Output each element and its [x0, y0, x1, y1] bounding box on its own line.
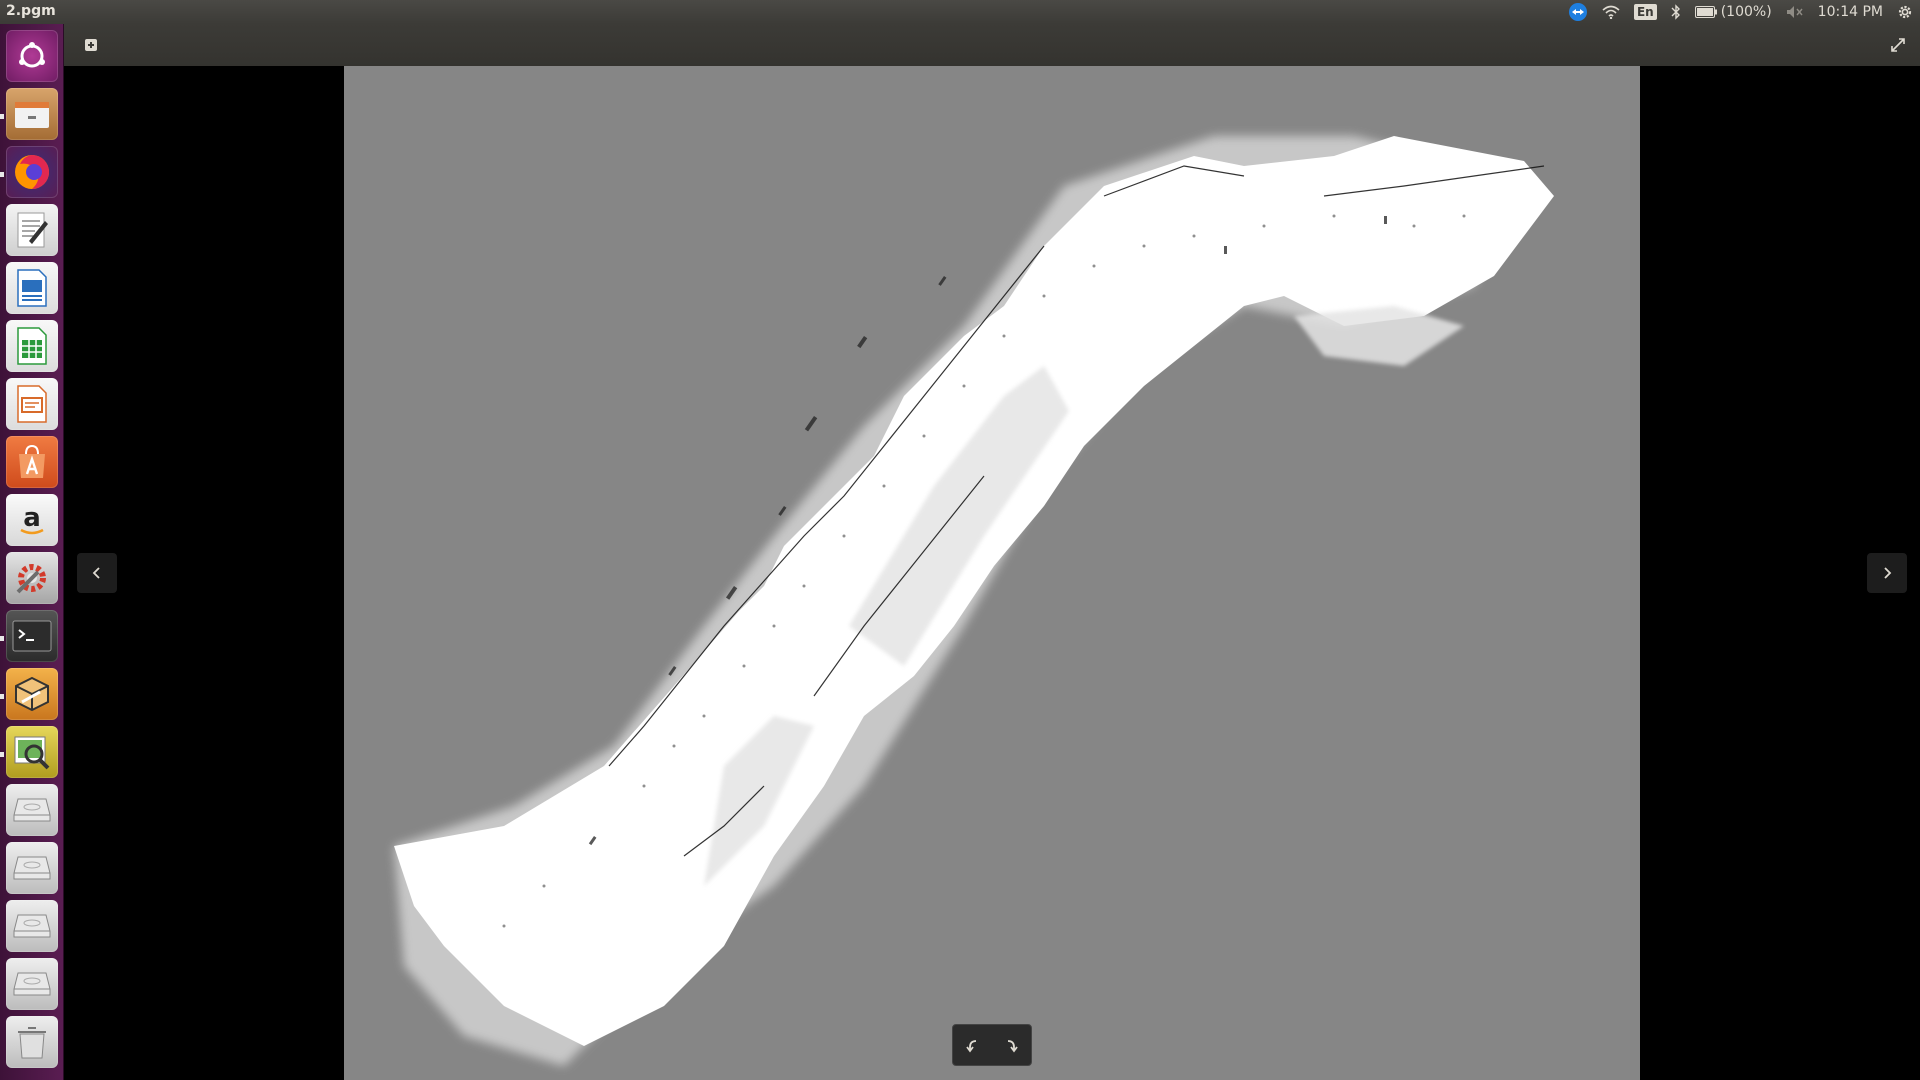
running-indicator — [0, 694, 4, 699]
running-indicator — [0, 114, 4, 119]
terminal-icon[interactable] — [6, 610, 58, 662]
battery-indicator[interactable]: (100%) — [1688, 0, 1779, 24]
libreoffice-writer-icon[interactable] — [6, 262, 58, 314]
drive-icon[interactable] — [6, 784, 58, 836]
svg-text:a: a — [23, 503, 41, 533]
keyboard-layout-indicator[interactable]: En — [1627, 0, 1664, 24]
rotate-left-button[interactable] — [959, 1032, 985, 1058]
occupancy-map-image — [344, 66, 1640, 1080]
wifi-icon[interactable] — [1595, 0, 1627, 24]
rotate-toolbar — [952, 1024, 1032, 1066]
volume-muted-icon[interactable] — [1779, 0, 1811, 24]
previous-image-button[interactable] — [77, 553, 117, 593]
battery-icon — [1694, 6, 1717, 18]
indicator-area: En (100%) 10:14 PM — [1561, 0, 1920, 24]
chevron-left-icon — [92, 567, 100, 579]
files-icon[interactable] — [6, 88, 58, 140]
drive-icon[interactable] — [6, 842, 58, 894]
viewer-toolbar — [64, 24, 1920, 66]
chevron-right-icon — [1884, 567, 1892, 579]
trash-icon[interactable] — [6, 1016, 58, 1068]
text-editor-icon[interactable] — [6, 204, 58, 256]
running-indicator — [0, 752, 4, 757]
image-viewer-area — [64, 66, 1920, 1080]
drive-icon[interactable] — [6, 900, 58, 952]
next-image-button[interactable] — [1867, 553, 1907, 593]
running-indicator — [0, 636, 4, 641]
rotate-left-icon — [966, 1040, 977, 1053]
image-viewer-icon[interactable] — [6, 726, 58, 778]
new-tab-button[interactable] — [80, 34, 102, 56]
system-gear-icon[interactable] — [1890, 0, 1920, 24]
system-settings-icon[interactable] — [6, 552, 58, 604]
libreoffice-impress-icon[interactable] — [6, 378, 58, 430]
drive-icon[interactable] — [6, 958, 58, 1010]
window-title: 2.pgm — [6, 3, 56, 19]
expand-icon — [1891, 38, 1905, 52]
running-indicator — [0, 172, 4, 177]
clock[interactable]: 10:14 PM — [1811, 0, 1890, 24]
rotate-right-button[interactable] — [999, 1032, 1025, 1058]
keyboard-layout-label: En — [1633, 4, 1657, 20]
firefox-icon[interactable] — [6, 146, 58, 198]
teamviewer-icon[interactable] — [1561, 0, 1595, 24]
bluetooth-icon[interactable] — [1664, 0, 1688, 24]
top-panel: 2.pgm En (100%) 10:14 PM — [0, 0, 1920, 24]
libreoffice-calc-icon[interactable] — [6, 320, 58, 372]
clock-label: 10:14 PM — [1817, 4, 1883, 20]
ubuntu-software-icon[interactable] — [6, 436, 58, 488]
fullscreen-button[interactable] — [1886, 33, 1910, 57]
ubuntu-dash-icon[interactable] — [6, 30, 58, 82]
plus-icon — [85, 39, 97, 51]
amazon-icon[interactable]: a — [6, 494, 58, 546]
rotate-right-icon — [1007, 1040, 1018, 1053]
battery-percentage: (100%) — [1720, 4, 1772, 20]
launcher: a — [0, 24, 64, 1080]
box-app-icon[interactable] — [6, 668, 58, 720]
